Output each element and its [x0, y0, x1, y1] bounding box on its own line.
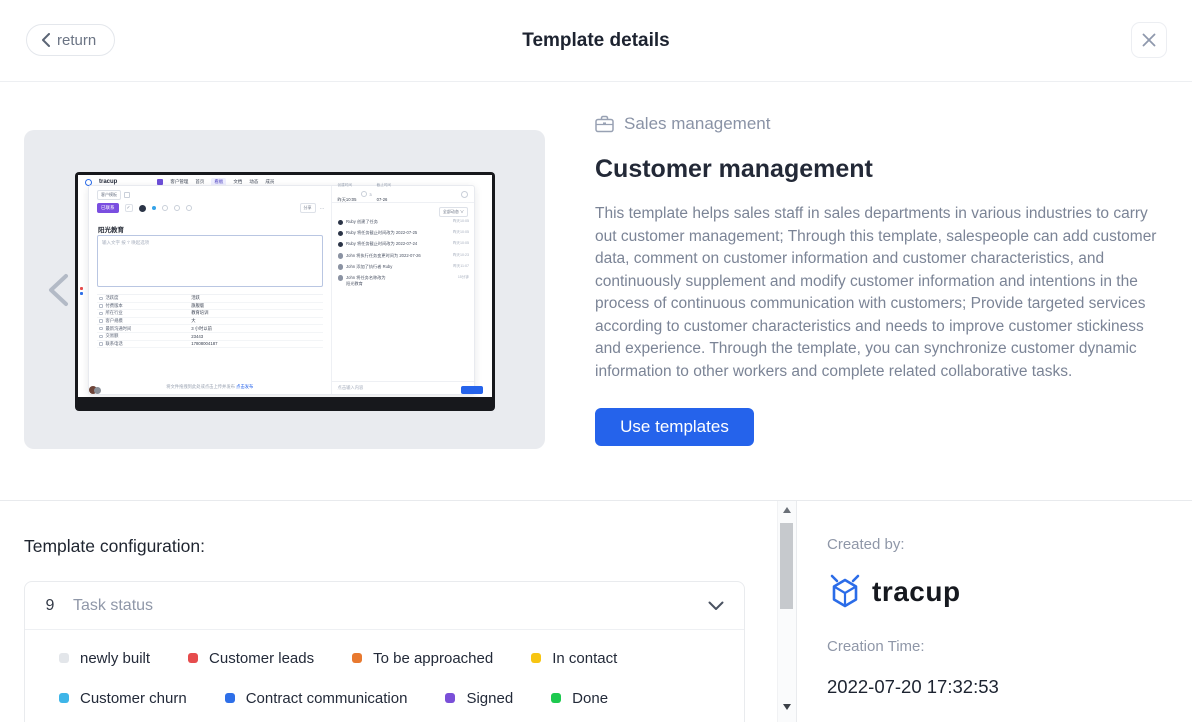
- header: return Template details: [0, 0, 1192, 82]
- mini-editor-placeholder: 输入文字 按 '/' 唤起选项: [102, 240, 149, 246]
- mini-toolbar: 已联系 ✓ 分享 …: [97, 203, 325, 213]
- status-item: Done: [551, 690, 608, 707]
- mini-more-icon: …: [320, 205, 325, 211]
- creator-panel: Created by: tracup Creation Time: 2022-0…: [796, 501, 1192, 722]
- creation-time-value: 2022-07-20 17:32:53: [827, 676, 1192, 698]
- mini-tool-icon: [174, 205, 180, 211]
- panel-label: Task status: [73, 597, 153, 615]
- mini-modal-left: 客户模板 已联系 ✓ 分享: [89, 186, 332, 394]
- mini-footer-avatar: [94, 387, 101, 394]
- mini-breadcrumb: 客户模板: [97, 190, 121, 200]
- scroll-up-button[interactable]: [778, 503, 796, 517]
- briefcase-icon: [595, 115, 614, 133]
- template-screenshot[interactable]: tracup 客户管理 首页 看板 文档 动态 成员 客户模板: [75, 172, 495, 411]
- chevron-left-icon: [47, 273, 69, 307]
- mini-footer: [81, 383, 489, 397]
- use-templates-button[interactable]: Use templates: [595, 408, 754, 446]
- chevron-down-icon[interactable]: [708, 601, 724, 611]
- mini-task-title: 阳光教育: [98, 224, 124, 234]
- scroll-down-button[interactable]: [778, 700, 796, 714]
- template-preview-panel: tracup 客户管理 首页 看板 文档 动态 成员 客户模板: [24, 130, 545, 449]
- mini-filter-button: 全部动态 ∨: [439, 207, 468, 217]
- mini-activity-list: Ruby 创建了任务昨天10:05 Ruby 将任务截止时间改为 2022-07…: [338, 219, 469, 291]
- template-details-page: return Template details tracup: [0, 0, 1192, 722]
- tracup-logo-text: tracup: [872, 576, 961, 608]
- status-dot: [551, 693, 561, 703]
- mini-tool-icon: [162, 205, 168, 211]
- status-item: Contract communication: [225, 690, 408, 707]
- status-row: newly built Customer leads To be approac…: [59, 638, 744, 678]
- status-dot: [352, 653, 362, 663]
- status-item: Customer churn: [59, 690, 187, 707]
- status-dot: [531, 653, 541, 663]
- mini-expand-icon: [124, 192, 130, 198]
- status-item: In contact: [531, 650, 617, 667]
- return-button[interactable]: return: [26, 24, 115, 56]
- bottom-section: Template configuration: 9 Task status ne…: [0, 500, 1192, 722]
- mini-editor-input: 输入文字 按 '/' 唤起选项: [97, 235, 323, 287]
- status-item: To be approached: [352, 650, 493, 667]
- status-item: Customer leads: [188, 650, 314, 667]
- mini-task-modal: 客户模板 已联系 ✓ 分享: [88, 185, 475, 395]
- brand-row: tracup: [827, 573, 1192, 611]
- mini-status-button: 已联系: [97, 203, 119, 213]
- creation-time-label: Creation Time:: [827, 638, 1192, 655]
- template-configuration: Template configuration: 9 Task status ne…: [0, 501, 777, 722]
- mini-tool-icon: [186, 205, 192, 211]
- status-dot: [445, 693, 455, 703]
- vertical-scrollbar[interactable]: [777, 501, 796, 722]
- carousel-prev-button[interactable]: [40, 270, 76, 310]
- created-by-label: Created by:: [827, 536, 1192, 553]
- task-status-panel: 9 Task status newly built Customer leads…: [24, 581, 745, 722]
- configuration-heading: Template configuration:: [24, 536, 205, 557]
- page-title: Template details: [0, 30, 1192, 52]
- status-dot: [59, 653, 69, 663]
- status-dot: [225, 693, 235, 703]
- task-status-list: newly built Customer leads To be approac…: [25, 630, 744, 722]
- status-item: Signed: [445, 690, 513, 707]
- category-row: Sales management: [595, 114, 1173, 134]
- chevron-left-icon: [41, 33, 50, 47]
- status-count: 9: [37, 597, 63, 615]
- return-label: return: [57, 32, 96, 49]
- template-description: This template helps sales staff in sales…: [595, 203, 1173, 383]
- status-row: Customer churn Contract communication Si…: [59, 678, 744, 718]
- close-icon: [1141, 32, 1157, 48]
- mini-modal-right: 创建时间 昨天10:05 3 截止时间 07-26: [332, 186, 474, 394]
- scrollbar-thumb[interactable]: [780, 523, 793, 609]
- tracup-logo-icon: [827, 573, 863, 611]
- template-title: Customer management: [595, 155, 1173, 184]
- mini-avatar: [139, 205, 146, 212]
- mini-meta-header: 创建时间 昨天10:05 3 截止时间 07-26: [332, 186, 474, 203]
- mini-share-button: 分享: [300, 203, 316, 213]
- template-detail: Sales management Customer management Thi…: [595, 114, 1173, 446]
- mini-sidebar-status-dots: [80, 287, 83, 297]
- status-item: newly built: [59, 650, 150, 667]
- task-status-panel-header[interactable]: 9 Task status: [25, 582, 744, 630]
- mini-person-icon: [461, 191, 468, 198]
- status-dot: [59, 693, 69, 703]
- mini-check-icon: ✓: [125, 204, 133, 212]
- category-label: Sales management: [624, 114, 770, 134]
- mini-flag-icon: [152, 206, 156, 210]
- mini-footer-button: [461, 386, 483, 394]
- screenshot-app-window: tracup 客户管理 首页 看板 文档 动态 成员 客户模板: [78, 175, 492, 397]
- close-button[interactable]: [1131, 22, 1167, 58]
- mini-fields-table: 活跃度活跃 付费版本旗舰版 所在行业教育培训 客户规模大 最新沟通时间3 小时以…: [97, 294, 323, 348]
- mini-clock-icon: [361, 191, 367, 197]
- status-dot: [188, 653, 198, 663]
